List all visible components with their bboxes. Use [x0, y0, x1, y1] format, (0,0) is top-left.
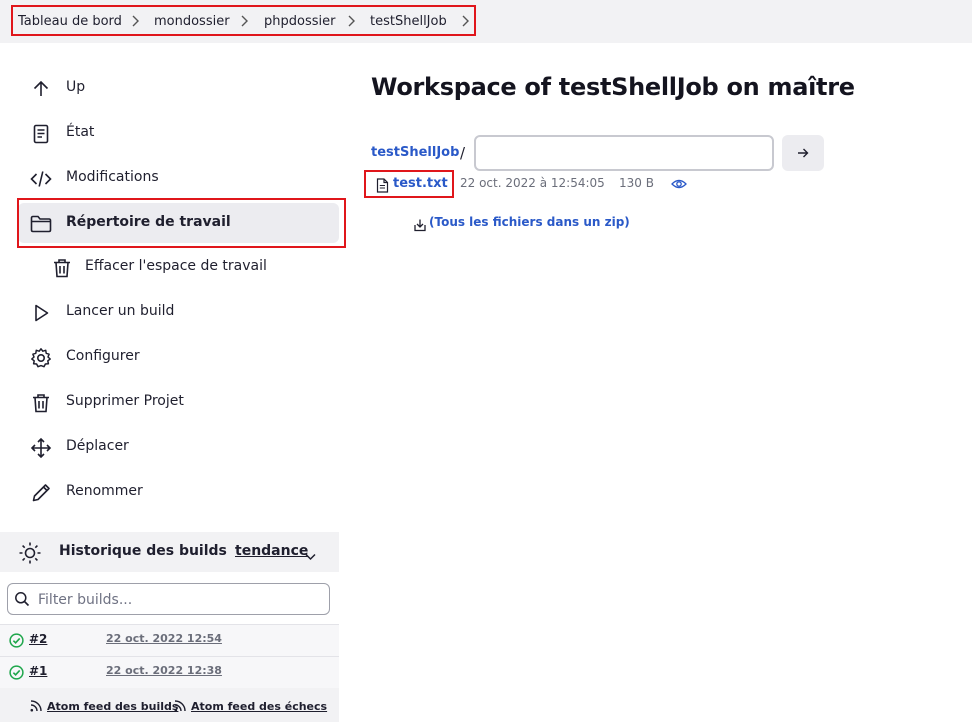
download-icon	[413, 217, 427, 236]
filter-builds-input[interactable]	[36, 589, 325, 611]
sidebar-item-up[interactable]: Up	[18, 68, 339, 108]
sidebar-item-move[interactable]: Déplacer	[18, 427, 339, 467]
build-history-header: Historique des builds tendance	[0, 532, 339, 572]
gear-icon	[30, 347, 52, 369]
chevron-right-icon[interactable]	[239, 14, 251, 28]
download-zip-link[interactable]: (Tous les fichiers dans un zip)	[429, 215, 630, 229]
sidebar-item-label: Up	[66, 79, 86, 95]
file-size: 130 B	[619, 176, 654, 190]
document-icon	[30, 123, 52, 145]
build-date-link[interactable]: 22 oct. 2022 12:54	[106, 632, 222, 645]
trend-link[interactable]: tendance	[235, 543, 308, 559]
search-icon	[14, 591, 30, 611]
move-icon	[30, 437, 52, 459]
rss-icon	[29, 698, 43, 717]
sidebar-item-label: Effacer l'espace de travail	[85, 258, 267, 274]
chevron-right-icon[interactable]	[130, 14, 142, 28]
sidebar-item-configure[interactable]: Configurer	[18, 337, 339, 377]
sidebar-item-workspace[interactable]: Répertoire de travail	[18, 203, 339, 243]
trash-icon	[51, 257, 73, 279]
arrow-right-icon	[798, 148, 809, 158]
sidebar-item-label: Répertoire de travail	[66, 214, 231, 230]
feed-bar: Atom feed des builds Atom feed des échec…	[0, 688, 339, 722]
success-check-icon	[9, 633, 24, 652]
sidebar-item-label: Lancer un build	[66, 303, 175, 319]
workspace-root-link[interactable]: testShellJob	[371, 145, 459, 160]
sidebar-item-label: Renommer	[66, 483, 143, 499]
atom-feed-builds-link[interactable]: Atom feed des builds	[47, 700, 178, 713]
chevron-down-icon[interactable]	[304, 547, 317, 566]
path-input[interactable]	[474, 135, 774, 171]
breadcrumb-item-testshelljob[interactable]: testShellJob	[370, 14, 447, 29]
breadcrumb-item-phpdossier[interactable]: phpdossier	[264, 14, 335, 29]
sidebar-item-wipe-workspace[interactable]: Effacer l'espace de travail	[18, 247, 339, 287]
sidebar-item-delete-project[interactable]: Supprimer Projet	[18, 382, 339, 422]
file-date: 22 oct. 2022 à 12:54:05	[460, 176, 605, 190]
chevron-right-icon[interactable]	[346, 14, 358, 28]
breadcrumb-item-mondossier[interactable]: mondossier	[154, 14, 230, 29]
build-history-title: Historique des builds	[59, 543, 227, 559]
trash-icon	[30, 392, 52, 414]
file-name-link[interactable]: test.txt	[393, 176, 448, 191]
path-separator: /	[460, 144, 466, 162]
sidebar-item-etat[interactable]: État	[18, 113, 339, 153]
filter-builds-field[interactable]	[7, 583, 330, 615]
pencil-icon	[30, 482, 52, 504]
file-row-test-txt[interactable]: test.txt	[364, 170, 454, 198]
play-icon	[30, 302, 52, 324]
view-eye-icon[interactable]	[671, 175, 687, 194]
breadcrumb-item-dashboard[interactable]: Tableau de bord	[18, 14, 122, 29]
build-number-link[interactable]: #2	[29, 632, 47, 646]
file-icon	[376, 178, 389, 197]
atom-feed-failures-link[interactable]: Atom feed des échecs	[191, 700, 327, 713]
arrow-up-icon	[30, 78, 52, 100]
sidebar-item-label: Déplacer	[66, 438, 129, 454]
success-check-icon	[9, 665, 24, 684]
chevron-right-icon[interactable]	[460, 14, 472, 28]
sidebar-item-label: Modifications	[66, 169, 159, 185]
sidebar-item-label: Configurer	[66, 348, 140, 364]
go-button[interactable]	[782, 135, 824, 171]
weather-sun-icon	[18, 541, 42, 569]
breadcrumb: Tableau de bord mondossier phpdossier te…	[11, 5, 476, 36]
build-row: #1 22 oct. 2022 12:38	[0, 656, 339, 688]
sidebar-item-label: État	[66, 124, 95, 140]
build-date-link[interactable]: 22 oct. 2022 12:38	[106, 664, 222, 677]
code-icon	[30, 168, 52, 190]
build-row: #2 22 oct. 2022 12:54	[0, 624, 339, 656]
rss-icon	[173, 698, 187, 717]
breadcrumb-bar: Tableau de bord mondossier phpdossier te…	[0, 0, 972, 43]
page-title: Workspace of testShellJob on maître	[371, 73, 855, 101]
sidebar-item-build[interactable]: Lancer un build	[18, 292, 339, 332]
build-number-link[interactable]: #1	[29, 664, 47, 678]
folder-icon	[30, 213, 52, 235]
sidebar-item-modifications[interactable]: Modifications	[18, 158, 339, 198]
sidebar-item-rename[interactable]: Renommer	[18, 472, 339, 512]
sidebar-item-label: Supprimer Projet	[66, 393, 184, 409]
